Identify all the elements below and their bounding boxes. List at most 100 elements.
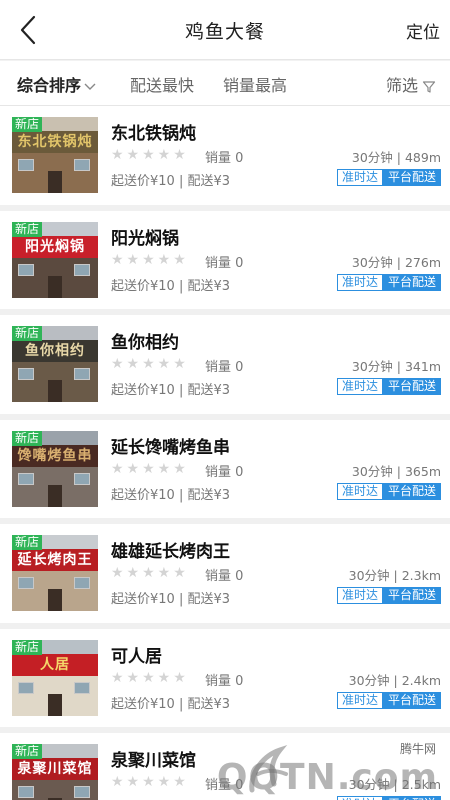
new-store-badge: 新店 bbox=[12, 430, 43, 446]
sales-count: 销量 0 bbox=[205, 360, 244, 375]
store-photo-sign-text: 延长烤肉王 bbox=[17, 552, 93, 568]
on-time-badge: 准时达 bbox=[336, 273, 383, 291]
store-photo-window bbox=[74, 472, 90, 485]
store-photo-window bbox=[74, 368, 90, 380]
store-photo-sign-text: 阳光焖锅 bbox=[25, 238, 85, 255]
on-time-badge: 准时达 bbox=[336, 691, 383, 709]
store-photo-facade bbox=[12, 153, 98, 193]
store-photo-facade bbox=[12, 362, 98, 402]
store-name: 泉聚川菜馆 bbox=[111, 751, 196, 771]
store-photo-window bbox=[18, 263, 34, 276]
platform-delivery-badge: 平台配送 bbox=[382, 587, 441, 604]
store-name: 阳光焖锅 bbox=[111, 228, 179, 249]
store-photo-sign-text: 鱼你相约 bbox=[25, 343, 85, 359]
new-store-badge: 新店 bbox=[12, 744, 43, 759]
on-time-badge: 准时达 bbox=[336, 587, 383, 604]
store-photo-door bbox=[48, 380, 62, 402]
delivery-time-distance: 30分钟 | 2.5km bbox=[348, 777, 441, 792]
delivery-price: 起送价¥10 | 配送¥3 bbox=[111, 487, 230, 503]
delivery-badges: 准时达 平台配送 bbox=[336, 482, 441, 500]
rating-stars: ★★★★★ bbox=[111, 774, 189, 790]
platform-delivery-badge: 平台配送 bbox=[382, 378, 441, 395]
chevron-down-icon bbox=[84, 83, 96, 90]
delivery-price: 起送价¥10 | 配送¥3 bbox=[111, 278, 230, 294]
store-photo-door bbox=[48, 693, 62, 716]
delivery-badges: 准时达 平台配送 bbox=[336, 691, 441, 709]
delivery-time-distance: 30分钟 | 276m bbox=[351, 254, 441, 270]
platform-delivery-badge: 平台配送 bbox=[382, 482, 441, 500]
rating-stars: ★★★★★ bbox=[111, 147, 189, 163]
filter-bar: 综合排序 配送最快 销量最高 筛选 bbox=[0, 61, 450, 106]
store-photo-sign-text: 馋嘴烤鱼串 bbox=[17, 447, 93, 464]
new-store-badge: 新店 bbox=[12, 117, 43, 132]
locate-button[interactable]: 定位 bbox=[406, 18, 440, 43]
delivery-badges: 准时达 平台配送 bbox=[336, 796, 441, 800]
delivery-price: 起送价¥10 | 配送¥3 bbox=[111, 696, 230, 712]
delivery-price: 起送价¥10 | 配送¥3 bbox=[111, 592, 230, 607]
store-photo-facade bbox=[12, 675, 98, 716]
fastest-delivery-filter[interactable]: 配送最快 bbox=[130, 72, 194, 96]
store-photo-door bbox=[48, 484, 62, 507]
delivery-time-distance: 30分钟 | 2.3km bbox=[348, 568, 441, 583]
store-card[interactable]: 鱼你相约 新店 鱼你相约 ★★★★★ 销量 0 30分钟 | 341m 起送价¥… bbox=[0, 315, 450, 420]
store-photo-window bbox=[74, 786, 90, 798]
delivery-price: 起送价¥10 | 配送¥3 bbox=[111, 174, 230, 189]
top-bar: 鸡鱼大餐 定位 bbox=[0, 0, 450, 60]
new-store-badge: 新店 bbox=[12, 326, 43, 341]
delivery-time-distance: 30分钟 | 341m bbox=[351, 359, 441, 374]
sales-count: 销量 0 bbox=[205, 569, 244, 584]
store-photo-window bbox=[18, 368, 34, 380]
store-photo-facade bbox=[12, 571, 98, 611]
store-name: 可人居 bbox=[111, 646, 162, 667]
top-sales-filter[interactable]: 销量最高 bbox=[223, 72, 287, 96]
store-list: 东北铁锅炖 新店 东北铁锅炖 ★★★★★ 销量 0 30分钟 | 489m 起送… bbox=[0, 106, 450, 800]
sales-count: 销量 0 bbox=[205, 255, 244, 271]
platform-delivery-badge: 平台配送 bbox=[382, 796, 441, 800]
delivery-time-distance: 30分钟 | 365m bbox=[351, 463, 441, 479]
store-card[interactable]: 泉聚川菜馆 新店 泉聚川菜馆 ★★★★★ 销量 0 30分钟 | 2.5km 起… bbox=[0, 733, 450, 800]
store-name: 鱼你相约 bbox=[111, 333, 179, 353]
store-photo-window bbox=[74, 159, 90, 171]
sort-filter[interactable]: 综合排序 bbox=[17, 72, 97, 96]
screen-filter[interactable]: 筛选 bbox=[386, 72, 436, 96]
sales-count: 销量 0 bbox=[205, 778, 244, 793]
store-photo-facade bbox=[12, 257, 98, 298]
platform-delivery-badge: 平台配送 bbox=[382, 273, 441, 291]
store-photo-sign-text: 泉聚川菜馆 bbox=[17, 761, 93, 777]
store-name: 延长馋嘴烤鱼串 bbox=[111, 437, 230, 458]
rating-stars: ★★★★★ bbox=[111, 669, 189, 686]
store-card[interactable]: 延长烤肉王 新店 雄雄延长烤肉王 ★★★★★ 销量 0 30分钟 | 2.3km… bbox=[0, 524, 450, 629]
store-photo-window bbox=[18, 577, 34, 589]
page-title: 鸡鱼大餐 bbox=[184, 21, 265, 43]
store-photo-door bbox=[48, 589, 62, 611]
delivery-badges: 准时达 平台配送 bbox=[336, 587, 441, 604]
store-name: 雄雄延长烤肉王 bbox=[111, 542, 230, 562]
store-card[interactable]: 人居 新店 可人居 ★★★★★ 销量 0 30分钟 | 2.4km 起送价¥10… bbox=[0, 628, 450, 733]
store-photo-door bbox=[48, 275, 62, 298]
store-photo-window bbox=[74, 577, 90, 589]
delivery-badges: 准时达 平台配送 bbox=[336, 378, 441, 395]
store-photo-window bbox=[74, 263, 90, 276]
platform-delivery-badge: 平台配送 bbox=[382, 169, 441, 186]
store-photo-sign-text: 东北铁锅炖 bbox=[17, 134, 93, 150]
sales-count: 销量 0 bbox=[205, 673, 244, 689]
store-photo-window bbox=[18, 681, 34, 694]
sort-filter-label: 综合排序 bbox=[17, 76, 82, 95]
store-card[interactable]: 馋嘴烤鱼串 新店 延长馋嘴烤鱼串 ★★★★★ 销量 0 30分钟 | 365m … bbox=[0, 419, 450, 524]
rating-stars: ★★★★★ bbox=[111, 251, 189, 268]
delivery-price: 起送价¥10 | 配送¥3 bbox=[111, 383, 230, 398]
delivery-time-distance: 30分钟 | 489m bbox=[351, 150, 441, 165]
screen-filter-label: 筛选 bbox=[385, 76, 418, 95]
store-name: 东北铁锅炖 bbox=[111, 124, 196, 144]
rating-stars: ★★★★★ bbox=[111, 460, 189, 477]
rating-stars: ★★★★★ bbox=[111, 565, 189, 581]
new-store-badge: 新店 bbox=[12, 639, 43, 655]
store-photo-facade bbox=[12, 466, 98, 507]
new-store-badge: 新店 bbox=[12, 535, 43, 550]
store-photo-window bbox=[18, 786, 34, 798]
store-card[interactable]: 东北铁锅炖 新店 东北铁锅炖 ★★★★★ 销量 0 30分钟 | 489m 起送… bbox=[0, 106, 450, 211]
store-card[interactable]: 阳光焖锅 新店 阳光焖锅 ★★★★★ 销量 0 30分钟 | 276m 起送价¥… bbox=[0, 210, 450, 315]
store-photo-facade bbox=[12, 780, 98, 800]
funnel-icon bbox=[422, 80, 436, 93]
rating-stars: ★★★★★ bbox=[111, 356, 189, 372]
